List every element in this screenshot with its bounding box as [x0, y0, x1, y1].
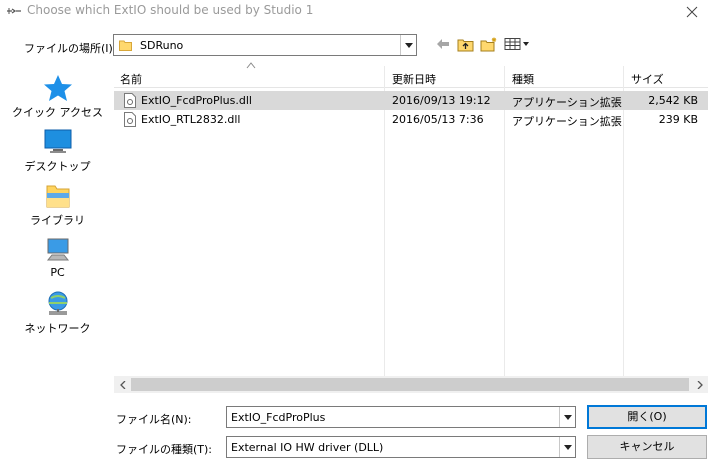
- folder-up-icon: [457, 39, 474, 51]
- place-label: デスクトップ: [24, 160, 91, 173]
- file-list[interactable]: 名前 更新日時 種類 サイズ ExtIO_FcdProPlus.dll 2016…: [114, 62, 708, 396]
- column-name[interactable]: 名前: [114, 66, 148, 88]
- chevron-down-icon: [563, 444, 572, 450]
- sort-ascending-icon: [246, 62, 256, 69]
- filename-dropdown-button[interactable]: [559, 407, 575, 427]
- network-icon: [48, 291, 68, 315]
- scroll-right-button[interactable]: [691, 376, 708, 393]
- file-row[interactable]: ExtIO_RTL2832.dll 2016/05/13 7:36 アプリケーシ…: [114, 110, 708, 129]
- window-title: Choose which ExtIO should be used by Stu…: [27, 3, 314, 17]
- file-date: 2016/09/13 19:12: [392, 94, 491, 107]
- horizontal-scrollbar[interactable]: [114, 376, 708, 393]
- filetype-label: ファイルの種類(T):: [116, 443, 213, 456]
- title-bar: Choose which ExtIO should be used by Stu…: [0, 0, 709, 24]
- column-date-modified[interactable]: 更新日時: [386, 66, 442, 88]
- file-name: ExtIO_FcdProPlus.dll: [141, 94, 252, 107]
- look-in-value: SDRuno: [140, 39, 184, 52]
- place-label: ライブラリ: [30, 214, 85, 227]
- column-type[interactable]: 種類: [506, 66, 540, 88]
- up-folder-button[interactable]: [456, 35, 476, 53]
- place-label: クイック アクセス: [12, 106, 103, 119]
- column-size[interactable]: サイズ: [625, 66, 670, 88]
- chevron-down-icon: [404, 42, 413, 48]
- arrow-left-icon: [437, 39, 449, 49]
- place-label: ネットワーク: [24, 322, 91, 335]
- cancel-button[interactable]: キャンセル: [587, 435, 707, 459]
- chevron-down-icon: [563, 414, 572, 420]
- place-desktop[interactable]: デスクトップ: [10, 128, 105, 182]
- back-button[interactable]: [434, 35, 452, 53]
- filetype-value: External IO HW driver (DLL): [231, 441, 384, 454]
- star-icon: [44, 75, 72, 101]
- dll-file-icon: [124, 93, 136, 108]
- scrollbar-thumb[interactable]: [131, 378, 689, 391]
- file-size: 239 KB: [658, 113, 698, 126]
- place-libraries[interactable]: ライブラリ: [10, 182, 105, 236]
- app-icon: [7, 8, 21, 14]
- new-folder-button[interactable]: [479, 35, 499, 53]
- filename-input[interactable]: ExtIO_FcdProPlus: [226, 406, 576, 428]
- column-header: 名前 更新日時 種類 サイズ: [114, 62, 708, 88]
- chevron-right-icon: [697, 380, 703, 389]
- chevron-left-icon: [119, 380, 125, 389]
- close-icon: [686, 6, 698, 18]
- filename-label: ファイル名(N):: [116, 413, 192, 426]
- look-in-dropdown-button[interactable]: [400, 35, 416, 55]
- file-type: アプリケーション拡張: [512, 96, 622, 109]
- file-date: 2016/05/13 7:36: [392, 113, 484, 126]
- look-in-label: ファイルの場所(I):: [24, 42, 117, 55]
- filename-value: ExtIO_FcdProPlus: [231, 411, 326, 424]
- file-size: 2,542 KB: [648, 94, 698, 107]
- look-in-combo[interactable]: SDRuno: [113, 34, 417, 56]
- new-folder-icon: [480, 37, 497, 51]
- view-menu-button[interactable]: [503, 35, 531, 53]
- file-type: アプリケーション拡張: [512, 115, 622, 128]
- dll-file-icon: [124, 112, 136, 127]
- file-name: ExtIO_RTL2832.dll: [141, 113, 241, 126]
- places-bar: クイック アクセス デスクトップ ライブラリ PC ネットワーク: [10, 66, 105, 396]
- place-quick-access[interactable]: クイック アクセス: [10, 74, 105, 128]
- filetype-dropdown-button[interactable]: [559, 437, 575, 457]
- library-icon: [46, 185, 70, 208]
- filetype-select[interactable]: External IO HW driver (DLL): [226, 436, 576, 458]
- place-pc[interactable]: PC: [10, 236, 105, 290]
- close-button[interactable]: [675, 0, 709, 24]
- desktop-icon: [44, 129, 72, 153]
- view-grid-icon: [504, 38, 529, 50]
- place-label: PC: [50, 266, 65, 279]
- file-row[interactable]: ExtIO_FcdProPlus.dll 2016/09/13 19:12 アプ…: [114, 91, 708, 110]
- computer-icon: [46, 238, 70, 261]
- scroll-left-button[interactable]: [114, 376, 131, 393]
- folder-icon: [119, 40, 132, 51]
- open-button[interactable]: 開く(O): [587, 405, 707, 429]
- place-network[interactable]: ネットワーク: [10, 290, 105, 344]
